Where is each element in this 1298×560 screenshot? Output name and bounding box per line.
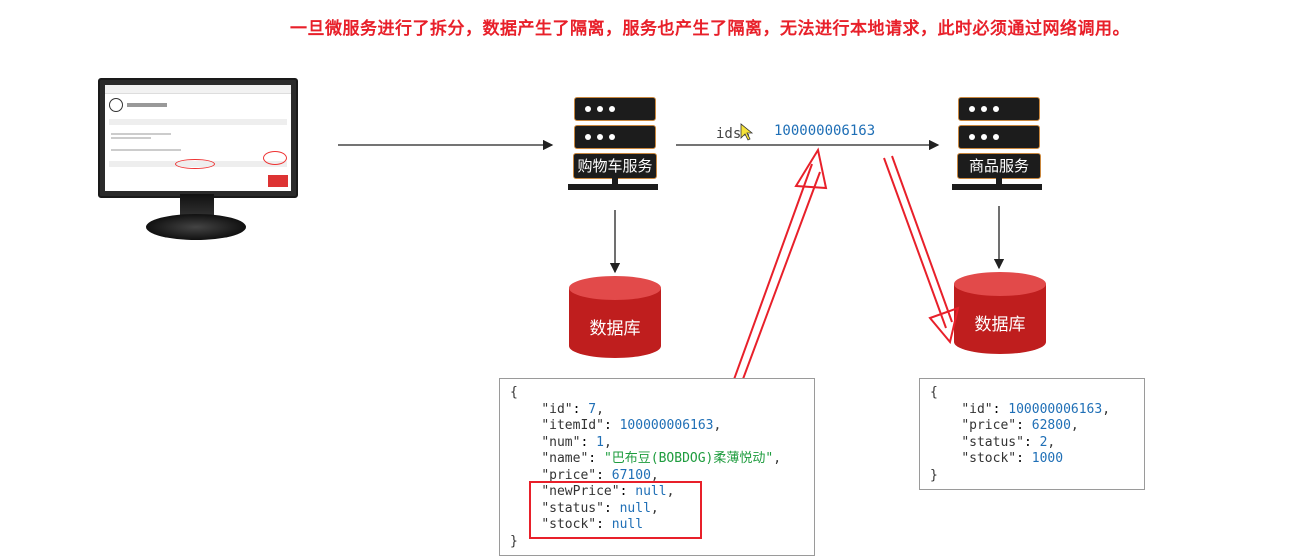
json-field-line: "status": 2, (961, 434, 1056, 450)
json-key: "name" (541, 451, 589, 466)
json-separator: , (713, 418, 722, 433)
json-separator: , (1102, 401, 1111, 417)
json-field-line: "id": 100000006163, (961, 401, 1111, 417)
json-close-brace: } (930, 467, 938, 483)
json-key: "id" (541, 401, 573, 417)
json-value: 7 (588, 401, 597, 417)
cursor-icon (740, 123, 754, 141)
json-key: "num" (541, 434, 581, 450)
json-value: 1 (596, 434, 604, 450)
json-open-brace: { (930, 385, 938, 400)
json-separator: , (773, 451, 782, 466)
json-separator: , (1070, 418, 1079, 433)
json-field-line: "num": 1, (541, 434, 612, 450)
json-separator: , (1047, 434, 1056, 450)
json-key: "stock" (961, 451, 1017, 466)
json-key: "price" (961, 418, 1017, 433)
json-value: 100000006163 (1008, 401, 1103, 417)
json-field-line: "price": 62800, (961, 418, 1079, 433)
json-open-brace: { (510, 385, 518, 400)
json-field-line: "stock": 1000 (961, 451, 1064, 466)
json-value: 62800 (1031, 418, 1071, 433)
null-fields-highlight (529, 481, 702, 539)
json-separator: , (596, 401, 604, 417)
json-field-line: "name": "巴布豆(BOBDOG)柔薄悦动", (541, 451, 782, 466)
red-arrow-down (883, 155, 953, 329)
json-key: "id" (961, 401, 993, 417)
json-value: 1000 (1031, 451, 1064, 466)
json-key: "status" (961, 434, 1024, 450)
json-field-line: "itemId": 100000006163, (541, 418, 722, 433)
product-json-box: { "id": 100000006163, "price": 62800, "s… (919, 378, 1145, 490)
json-value: 100000006163 (619, 418, 714, 433)
json-field-line: "id": 7, (541, 401, 604, 417)
json-separator: , (603, 434, 612, 450)
json-value: "巴布豆(BOBDOG)柔薄悦动" (603, 451, 774, 466)
json-key: "itemId" (541, 418, 604, 433)
